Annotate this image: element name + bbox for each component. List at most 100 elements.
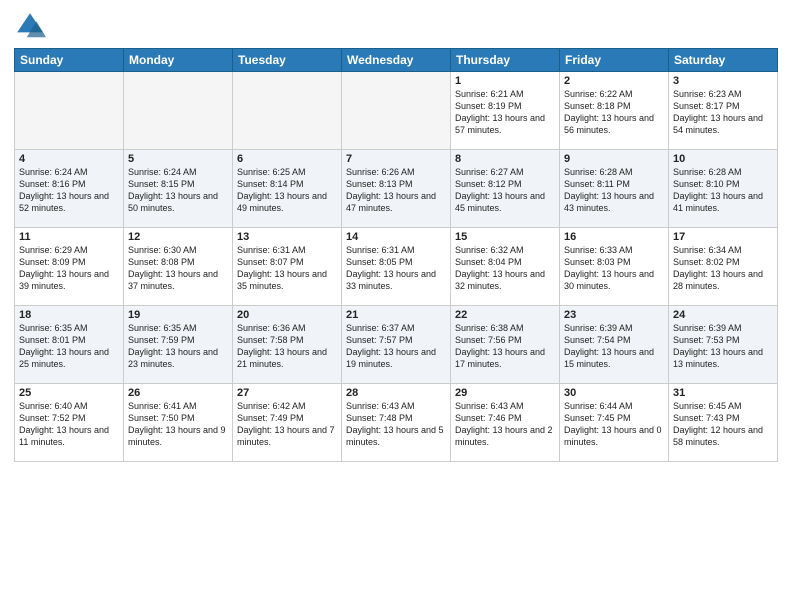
calendar-day-cell: 15Sunrise: 6:32 AM Sunset: 8:04 PM Dayli… <box>451 228 560 306</box>
day-info: Sunrise: 6:32 AM Sunset: 8:04 PM Dayligh… <box>455 244 555 293</box>
day-number: 11 <box>19 231 119 243</box>
calendar-day-cell: 5Sunrise: 6:24 AM Sunset: 8:15 PM Daylig… <box>124 150 233 228</box>
calendar-day-cell <box>124 72 233 150</box>
calendar-day-cell: 21Sunrise: 6:37 AM Sunset: 7:57 PM Dayli… <box>342 306 451 384</box>
header <box>14 10 778 42</box>
calendar-day-cell: 22Sunrise: 6:38 AM Sunset: 7:56 PM Dayli… <box>451 306 560 384</box>
calendar-day-cell: 31Sunrise: 6:45 AM Sunset: 7:43 PM Dayli… <box>669 384 778 462</box>
day-info: Sunrise: 6:37 AM Sunset: 7:57 PM Dayligh… <box>346 322 446 371</box>
calendar-day-cell: 2Sunrise: 6:22 AM Sunset: 8:18 PM Daylig… <box>560 72 669 150</box>
calendar-day-cell: 1Sunrise: 6:21 AM Sunset: 8:19 PM Daylig… <box>451 72 560 150</box>
calendar-day-cell: 17Sunrise: 6:34 AM Sunset: 8:02 PM Dayli… <box>669 228 778 306</box>
calendar-header-row: SundayMondayTuesdayWednesdayThursdayFrid… <box>15 49 778 72</box>
day-info: Sunrise: 6:33 AM Sunset: 8:03 PM Dayligh… <box>564 244 664 293</box>
day-number: 5 <box>128 153 228 165</box>
day-info: Sunrise: 6:41 AM Sunset: 7:50 PM Dayligh… <box>128 400 228 449</box>
day-info: Sunrise: 6:22 AM Sunset: 8:18 PM Dayligh… <box>564 88 664 137</box>
calendar-day-cell: 10Sunrise: 6:28 AM Sunset: 8:10 PM Dayli… <box>669 150 778 228</box>
day-number: 19 <box>128 309 228 321</box>
calendar-table: SundayMondayTuesdayWednesdayThursdayFrid… <box>14 48 778 462</box>
day-number: 7 <box>346 153 446 165</box>
day-number: 24 <box>673 309 773 321</box>
calendar-day-cell: 25Sunrise: 6:40 AM Sunset: 7:52 PM Dayli… <box>15 384 124 462</box>
calendar-day-cell: 3Sunrise: 6:23 AM Sunset: 8:17 PM Daylig… <box>669 72 778 150</box>
calendar-header-monday: Monday <box>124 49 233 72</box>
calendar-week-row: 11Sunrise: 6:29 AM Sunset: 8:09 PM Dayli… <box>15 228 778 306</box>
calendar-day-cell: 20Sunrise: 6:36 AM Sunset: 7:58 PM Dayli… <box>233 306 342 384</box>
day-info: Sunrise: 6:31 AM Sunset: 8:07 PM Dayligh… <box>237 244 337 293</box>
day-info: Sunrise: 6:39 AM Sunset: 7:53 PM Dayligh… <box>673 322 773 371</box>
day-info: Sunrise: 6:27 AM Sunset: 8:12 PM Dayligh… <box>455 166 555 215</box>
day-number: 17 <box>673 231 773 243</box>
logo-icon <box>14 10 46 42</box>
calendar-day-cell <box>342 72 451 150</box>
calendar-day-cell: 14Sunrise: 6:31 AM Sunset: 8:05 PM Dayli… <box>342 228 451 306</box>
day-info: Sunrise: 6:39 AM Sunset: 7:54 PM Dayligh… <box>564 322 664 371</box>
day-info: Sunrise: 6:28 AM Sunset: 8:10 PM Dayligh… <box>673 166 773 215</box>
day-number: 9 <box>564 153 664 165</box>
page-container: SundayMondayTuesdayWednesdayThursdayFrid… <box>0 0 792 612</box>
day-number: 23 <box>564 309 664 321</box>
day-number: 6 <box>237 153 337 165</box>
calendar-header-thursday: Thursday <box>451 49 560 72</box>
day-number: 27 <box>237 387 337 399</box>
logo <box>14 10 50 42</box>
day-info: Sunrise: 6:40 AM Sunset: 7:52 PM Dayligh… <box>19 400 119 449</box>
day-info: Sunrise: 6:31 AM Sunset: 8:05 PM Dayligh… <box>346 244 446 293</box>
day-info: Sunrise: 6:29 AM Sunset: 8:09 PM Dayligh… <box>19 244 119 293</box>
day-number: 13 <box>237 231 337 243</box>
calendar-day-cell: 18Sunrise: 6:35 AM Sunset: 8:01 PM Dayli… <box>15 306 124 384</box>
day-info: Sunrise: 6:23 AM Sunset: 8:17 PM Dayligh… <box>673 88 773 137</box>
calendar-week-row: 18Sunrise: 6:35 AM Sunset: 8:01 PM Dayli… <box>15 306 778 384</box>
day-number: 20 <box>237 309 337 321</box>
calendar-day-cell: 29Sunrise: 6:43 AM Sunset: 7:46 PM Dayli… <box>451 384 560 462</box>
calendar-day-cell: 12Sunrise: 6:30 AM Sunset: 8:08 PM Dayli… <box>124 228 233 306</box>
day-number: 16 <box>564 231 664 243</box>
day-info: Sunrise: 6:43 AM Sunset: 7:48 PM Dayligh… <box>346 400 446 449</box>
calendar-day-cell: 11Sunrise: 6:29 AM Sunset: 8:09 PM Dayli… <box>15 228 124 306</box>
calendar-week-row: 25Sunrise: 6:40 AM Sunset: 7:52 PM Dayli… <box>15 384 778 462</box>
calendar-header-sunday: Sunday <box>15 49 124 72</box>
calendar-week-row: 4Sunrise: 6:24 AM Sunset: 8:16 PM Daylig… <box>15 150 778 228</box>
calendar-day-cell: 19Sunrise: 6:35 AM Sunset: 7:59 PM Dayli… <box>124 306 233 384</box>
calendar-day-cell: 24Sunrise: 6:39 AM Sunset: 7:53 PM Dayli… <box>669 306 778 384</box>
calendar-week-row: 1Sunrise: 6:21 AM Sunset: 8:19 PM Daylig… <box>15 72 778 150</box>
day-number: 3 <box>673 75 773 87</box>
day-number: 29 <box>455 387 555 399</box>
calendar-day-cell: 26Sunrise: 6:41 AM Sunset: 7:50 PM Dayli… <box>124 384 233 462</box>
day-number: 4 <box>19 153 119 165</box>
calendar-header-friday: Friday <box>560 49 669 72</box>
day-info: Sunrise: 6:44 AM Sunset: 7:45 PM Dayligh… <box>564 400 664 449</box>
day-info: Sunrise: 6:43 AM Sunset: 7:46 PM Dayligh… <box>455 400 555 449</box>
calendar-day-cell: 4Sunrise: 6:24 AM Sunset: 8:16 PM Daylig… <box>15 150 124 228</box>
calendar-day-cell: 9Sunrise: 6:28 AM Sunset: 8:11 PM Daylig… <box>560 150 669 228</box>
day-number: 8 <box>455 153 555 165</box>
day-info: Sunrise: 6:38 AM Sunset: 7:56 PM Dayligh… <box>455 322 555 371</box>
day-info: Sunrise: 6:21 AM Sunset: 8:19 PM Dayligh… <box>455 88 555 137</box>
day-number: 2 <box>564 75 664 87</box>
day-number: 12 <box>128 231 228 243</box>
calendar-header-wednesday: Wednesday <box>342 49 451 72</box>
day-info: Sunrise: 6:30 AM Sunset: 8:08 PM Dayligh… <box>128 244 228 293</box>
day-info: Sunrise: 6:42 AM Sunset: 7:49 PM Dayligh… <box>237 400 337 449</box>
day-info: Sunrise: 6:35 AM Sunset: 7:59 PM Dayligh… <box>128 322 228 371</box>
calendar-day-cell: 27Sunrise: 6:42 AM Sunset: 7:49 PM Dayli… <box>233 384 342 462</box>
calendar-header-tuesday: Tuesday <box>233 49 342 72</box>
calendar-header-saturday: Saturday <box>669 49 778 72</box>
day-info: Sunrise: 6:28 AM Sunset: 8:11 PM Dayligh… <box>564 166 664 215</box>
calendar-day-cell: 7Sunrise: 6:26 AM Sunset: 8:13 PM Daylig… <box>342 150 451 228</box>
calendar-day-cell: 8Sunrise: 6:27 AM Sunset: 8:12 PM Daylig… <box>451 150 560 228</box>
day-info: Sunrise: 6:34 AM Sunset: 8:02 PM Dayligh… <box>673 244 773 293</box>
day-info: Sunrise: 6:45 AM Sunset: 7:43 PM Dayligh… <box>673 400 773 449</box>
day-number: 14 <box>346 231 446 243</box>
calendar-day-cell: 23Sunrise: 6:39 AM Sunset: 7:54 PM Dayli… <box>560 306 669 384</box>
day-number: 21 <box>346 309 446 321</box>
day-info: Sunrise: 6:26 AM Sunset: 8:13 PM Dayligh… <box>346 166 446 215</box>
day-number: 15 <box>455 231 555 243</box>
calendar-day-cell: 16Sunrise: 6:33 AM Sunset: 8:03 PM Dayli… <box>560 228 669 306</box>
day-info: Sunrise: 6:35 AM Sunset: 8:01 PM Dayligh… <box>19 322 119 371</box>
calendar-day-cell: 30Sunrise: 6:44 AM Sunset: 7:45 PM Dayli… <box>560 384 669 462</box>
day-number: 31 <box>673 387 773 399</box>
day-info: Sunrise: 6:25 AM Sunset: 8:14 PM Dayligh… <box>237 166 337 215</box>
calendar-day-cell: 6Sunrise: 6:25 AM Sunset: 8:14 PM Daylig… <box>233 150 342 228</box>
